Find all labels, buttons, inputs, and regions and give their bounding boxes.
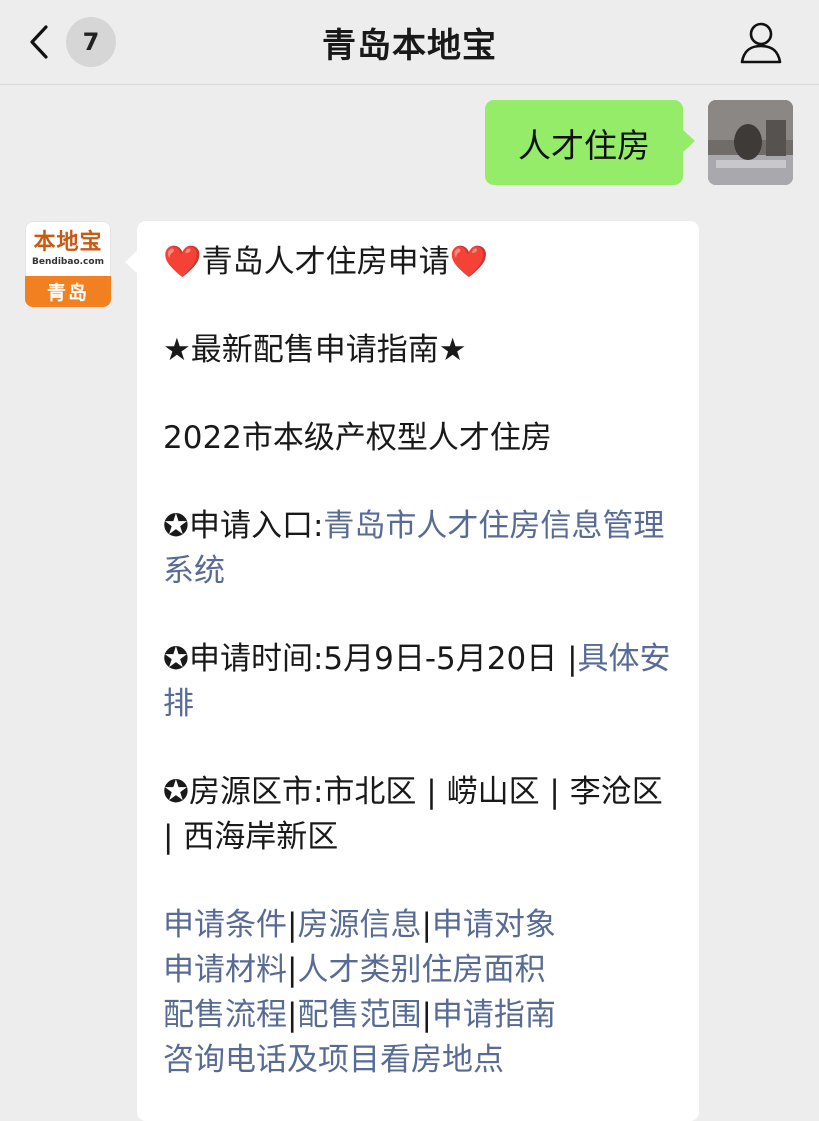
unread-count-badge: 7: [66, 17, 116, 67]
link-row: 申请材料|人才类别住房面积: [163, 948, 678, 993]
year-line: 2022市本级产权型人才住房: [163, 420, 552, 456]
user-message-text: 人才住房: [518, 125, 650, 165]
logo-city: 青岛: [25, 276, 111, 307]
link-row: 咨询电话及项目看房地点: [163, 1038, 678, 1083]
entry-line: ✪申请入口:青岛市人才住房信息管理系统: [163, 504, 678, 594]
entry-label: ✪申请入口:: [163, 508, 324, 544]
heart-icon: ❤️: [449, 244, 489, 280]
heart-icon: ❤️: [163, 244, 202, 280]
link-process[interactable]: 配售流程: [163, 997, 287, 1033]
bot-message-bubble: ❤️青岛人才住房申请❤️ ★最新配售申请指南★ 2022市本级产权型人才住房 ✪…: [125, 221, 699, 1121]
guide-line: ★最新配售申请指南★: [163, 332, 467, 368]
link-guide[interactable]: 申请指南: [432, 997, 556, 1033]
link-scope[interactable]: 配售范围: [297, 997, 421, 1033]
separator: |: [287, 997, 298, 1033]
link-materials[interactable]: 申请材料: [163, 952, 287, 988]
bot-message-content: ❤️青岛人才住房申请❤️ ★最新配售申请指南★ 2022市本级产权型人才住房 ✪…: [163, 240, 678, 1083]
link-list: 申请条件|房源信息|申请对象 申请材料|人才类别住房面积 配售流程|配售范围|申…: [163, 903, 678, 1083]
separator: |: [421, 907, 432, 943]
link-housing-info[interactable]: 房源信息: [297, 907, 421, 943]
time-label: ✪申请时间:5月9日-5月20日 |: [163, 641, 578, 677]
link-row: 配售流程|配售范围|申请指南: [163, 993, 678, 1038]
nav-bar: 7 青岛本地宝: [0, 0, 819, 85]
user-message-bubble[interactable]: 人才住房: [485, 100, 695, 185]
link-row: 申请条件|房源信息|申请对象: [163, 903, 678, 948]
link-conditions[interactable]: 申请条件: [163, 907, 287, 943]
link-applicants[interactable]: 申请对象: [432, 907, 556, 943]
profile-button[interactable]: [737, 18, 785, 66]
time-line: ✪申请时间:5月9日-5月20日 |具体安排: [163, 637, 678, 727]
message-heading: ❤️青岛人才住房申请❤️: [163, 240, 678, 285]
separator: |: [287, 952, 298, 988]
area-line: ✪房源区市:市北区 | 崂山区 | 李沧区 | 西海岸新区: [163, 774, 663, 855]
link-talent-area[interactable]: 人才类别住房面积: [297, 952, 545, 988]
user-avatar-image: [708, 100, 793, 185]
separator: |: [287, 907, 298, 943]
logo-text: 本地宝: [33, 229, 103, 255]
link-contact-viewing[interactable]: 咨询电话及项目看房地点: [163, 1042, 504, 1078]
bot-avatar[interactable]: 本地宝 Bendibao.com 青岛: [25, 221, 111, 307]
bendibao-logo: 本地宝 Bendibao.com: [25, 221, 111, 276]
back-button[interactable]: 7: [28, 14, 128, 70]
separator: |: [421, 997, 432, 1033]
heading-text: 青岛人才住房申请: [201, 244, 450, 280]
logo-domain: Bendibao.com: [32, 256, 104, 267]
chevron-left-icon: [30, 25, 48, 59]
user-avatar[interactable]: [708, 100, 793, 185]
person-icon: [740, 22, 782, 64]
